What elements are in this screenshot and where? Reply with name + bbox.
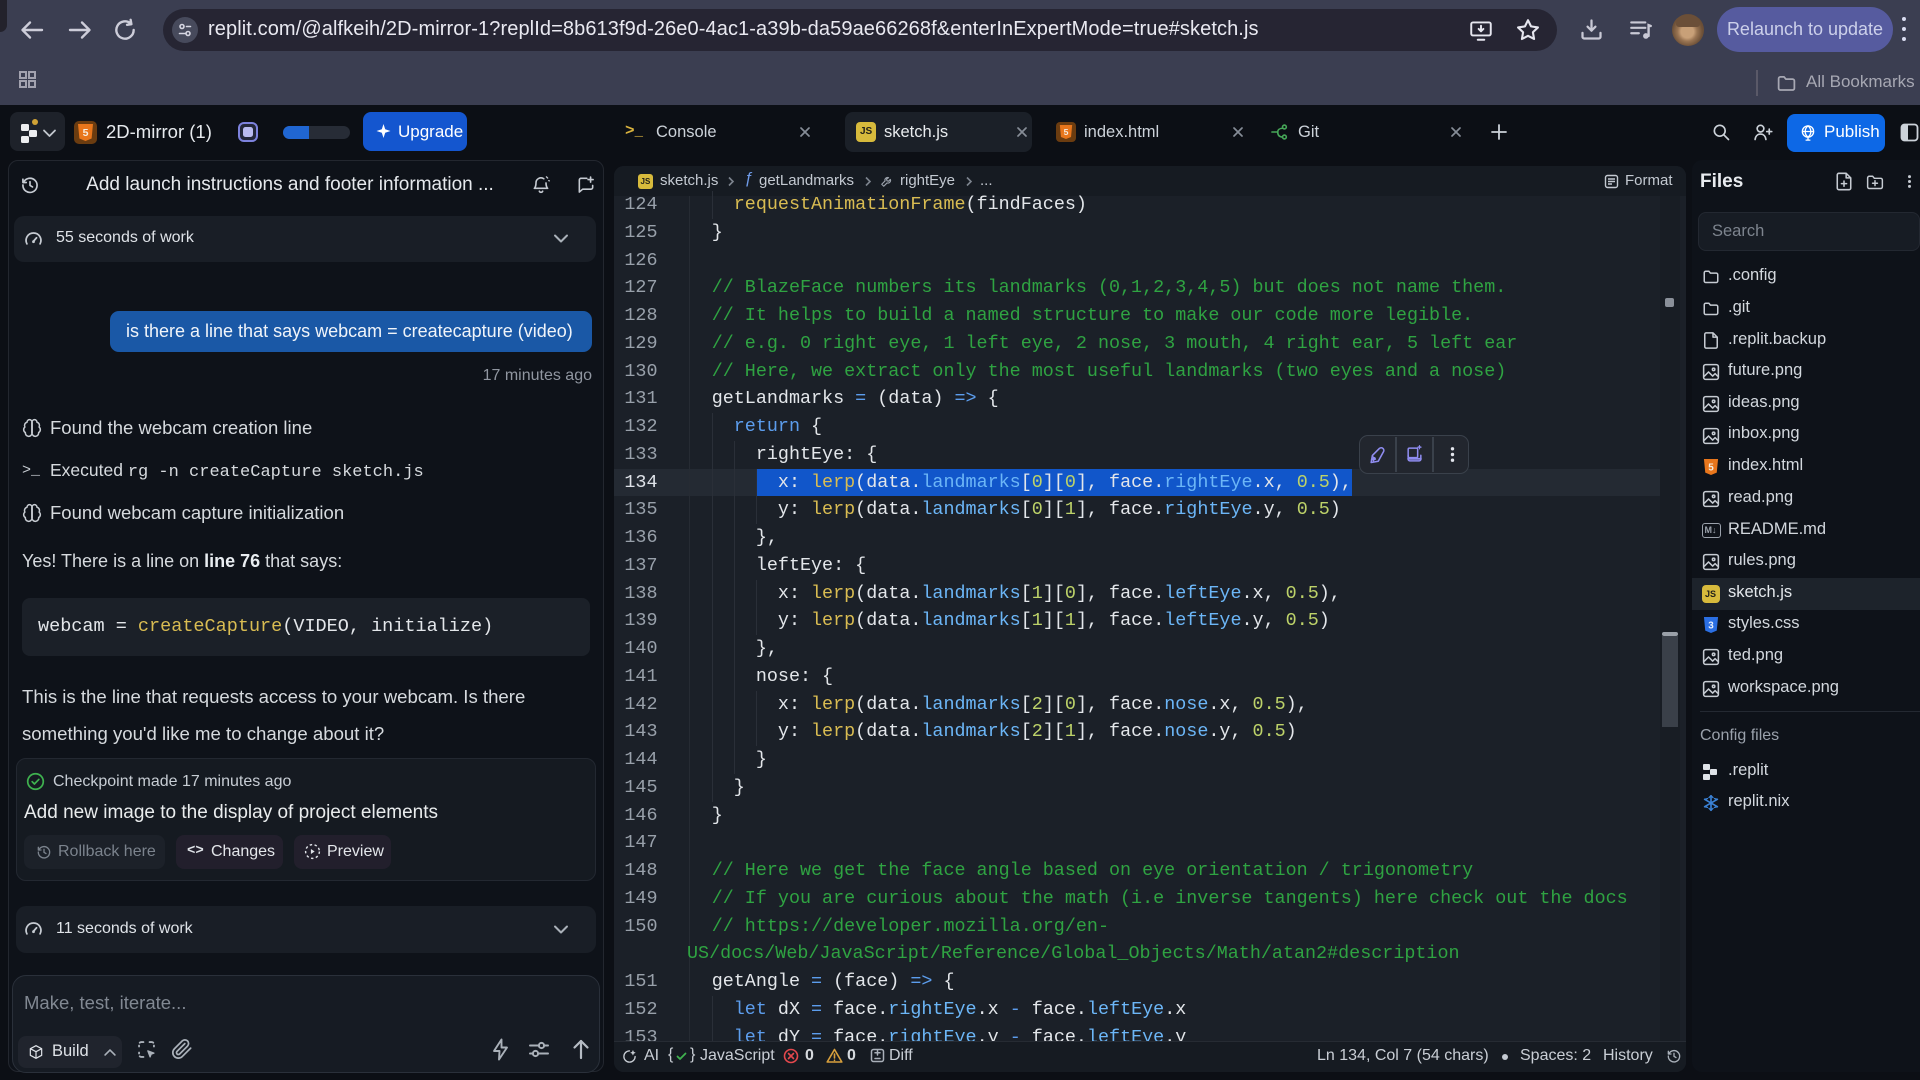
svg-text:5: 5 [83, 127, 89, 139]
svg-text:5: 5 [1064, 127, 1069, 137]
svg-text:3: 3 [1708, 620, 1714, 631]
svg-text:5: 5 [1708, 462, 1714, 473]
